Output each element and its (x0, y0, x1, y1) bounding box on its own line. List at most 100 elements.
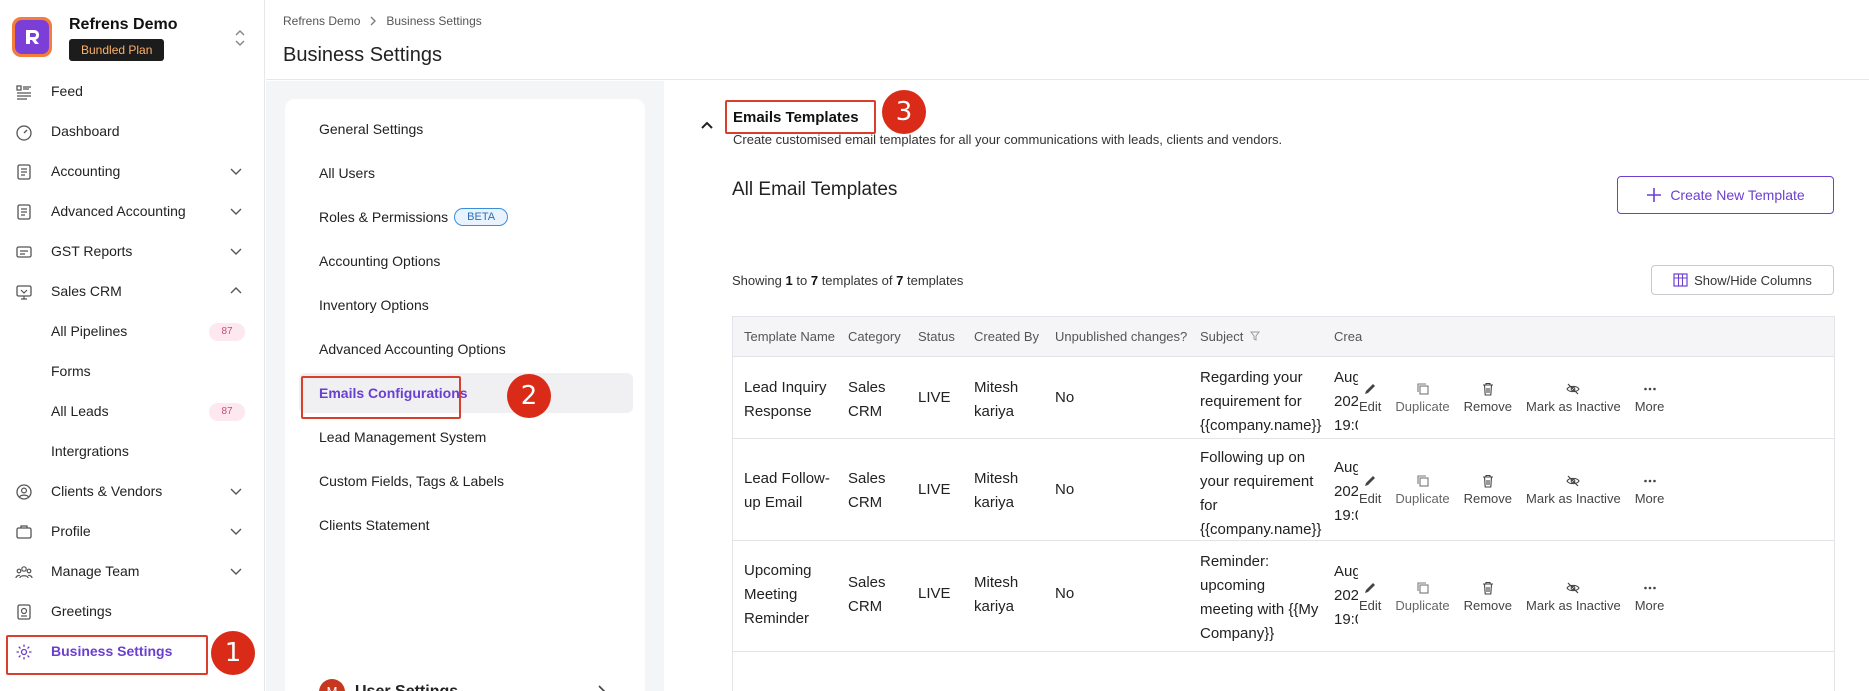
gst-icon (16, 246, 32, 258)
sales-crm-icon (16, 285, 32, 300)
duplicate-button[interactable]: Duplicate (1395, 474, 1450, 506)
clients-icon (16, 484, 32, 500)
column-header-created[interactable]: Crea (1334, 317, 1362, 357)
sidebar-item-advanced-accounting[interactable]: Advanced Accounting (0, 191, 265, 231)
row-actions: Edit Duplicate Remove Mark as Inactive M… (1359, 358, 1678, 438)
annotation-number-1: 1 (211, 631, 255, 675)
settings-item-clients-statement[interactable]: Clients Statement (299, 505, 633, 545)
column-header-unpublished[interactable]: Unpublished changes? (1055, 317, 1187, 357)
chevron-down-icon[interactable] (229, 204, 243, 218)
settings-item-all-users[interactable]: All Users (299, 153, 633, 193)
column-header-status[interactable]: Status (918, 317, 955, 357)
mark-inactive-button[interactable]: Mark as Inactive (1526, 382, 1621, 414)
create-template-label: Create New Template (1670, 187, 1805, 203)
chevron-down-icon[interactable] (229, 484, 243, 498)
org-name: Refrens Demo (69, 16, 178, 33)
chevron-down-icon[interactable] (229, 524, 243, 538)
sidebar-item-manage-team[interactable]: Manage Team (0, 551, 265, 591)
pencil-icon (1365, 476, 1376, 486)
edit-button[interactable]: Edit (1359, 474, 1381, 506)
copy-icon (1416, 383, 1429, 395)
edit-button[interactable]: Edit (1359, 382, 1381, 414)
column-header-category[interactable]: Category (848, 317, 901, 357)
sidebar-item-clients-vendors[interactable]: Clients & Vendors (0, 471, 265, 511)
more-button[interactable]: More (1635, 474, 1664, 506)
count-badge: 87 (209, 323, 245, 341)
cell-category: Sales CRM (848, 470, 886, 511)
settings-item-lead-management[interactable]: Lead Management System (299, 417, 633, 457)
table-header: Template Name Category Status Created By… (733, 317, 1834, 357)
cell-template-name: Lead Inquiry Response (744, 379, 827, 420)
org-switcher[interactable]: Refrens Demo Bundled Plan (12, 14, 252, 64)
list-title: All Email Templates (732, 179, 898, 200)
table-row[interactable]: Lead Inquiry Response Sales CRM LIVE Mites… (733, 358, 1834, 439)
chevron-up-icon[interactable] (229, 284, 243, 298)
chevron-down-icon[interactable] (229, 164, 243, 178)
sidebar-item-label: Dashboard (51, 123, 120, 139)
chevron-down-icon[interactable] (229, 564, 243, 578)
mark-inactive-button[interactable]: Mark as Inactive (1526, 581, 1621, 613)
settings-item-label: All Users (319, 165, 376, 181)
sidebar-item-accounting[interactable]: Accounting (0, 151, 265, 191)
user-settings-link[interactable]: M User Settings (319, 677, 619, 691)
edit-button[interactable]: Edit (1359, 581, 1381, 613)
mark-inactive-button[interactable]: Mark as Inactive (1526, 474, 1621, 506)
cell-subject: Reminder: upcoming meeting with {{My Compan… (1200, 553, 1319, 642)
settings-item-label: Lead Management System (319, 429, 487, 445)
settings-item-accounting-options[interactable]: Accounting Options (299, 241, 633, 281)
remove-button[interactable]: Remove (1464, 382, 1512, 414)
trash-icon (1482, 382, 1493, 396)
remove-button[interactable]: Remove (1464, 581, 1512, 613)
duplicate-button[interactable]: Duplicate (1395, 382, 1450, 414)
sidebar-item-forms[interactable]: Forms (0, 351, 265, 391)
filter-icon[interactable] (1250, 331, 1260, 341)
sidebar-item-label: GST Reports (51, 243, 133, 259)
breadcrumb-root[interactable]: Refrens Demo (283, 14, 360, 28)
sidebar-item-sales-crm[interactable]: Sales CRM (0, 271, 265, 311)
table-row[interactable]: Upcoming Meeting Reminder Sales CRM LIVE Mi… (733, 542, 1834, 652)
settings-item-custom-fields[interactable]: Custom Fields, Tags & Labels (299, 461, 633, 501)
trash-icon (1482, 581, 1493, 595)
sidebar-item-integrations[interactable]: Intergrations (0, 431, 265, 471)
column-header-template-name[interactable]: Template Name (744, 317, 835, 357)
remove-button[interactable]: Remove (1464, 474, 1512, 506)
column-header-subject[interactable]: Subject (1200, 317, 1260, 357)
more-icon (1643, 586, 1656, 589)
more-button[interactable]: More (1635, 382, 1664, 414)
pencil-icon (1365, 582, 1376, 593)
sidebar-item-label: Feed (51, 83, 83, 99)
settings-item-advanced-accounting-options[interactable]: Advanced Accounting Options (299, 329, 633, 369)
sidebar-item-gst-reports[interactable]: GST Reports (0, 231, 265, 271)
cell-created-by: Mitesh kariya (974, 574, 1019, 615)
sidebar-item-dashboard[interactable]: Dashboard (0, 111, 265, 151)
settings-item-inventory-options[interactable]: Inventory Options (299, 285, 633, 325)
sidebar-item-label: Clients & Vendors (51, 483, 163, 499)
refrens-logo (12, 17, 52, 57)
cell-created-by: Mitesh kariya (974, 379, 1019, 420)
sidebar-item-greetings[interactable]: Greetings (0, 591, 265, 631)
sidebar-item-all-pipelines[interactable]: All Pipelines 87 (0, 311, 265, 351)
chevron-up-icon[interactable] (700, 118, 714, 132)
settings-item-general[interactable]: General Settings (299, 109, 633, 149)
count-badge: 87 (209, 403, 245, 421)
cell-subject: Regarding your requirement for {{company.n… (1200, 369, 1322, 434)
sidebar-item-all-leads[interactable]: All Leads 87 (0, 391, 265, 431)
sidebar-item-label: Manage Team (51, 563, 140, 579)
settings-item-roles-permissions[interactable]: Roles & Permissions BETA (299, 197, 633, 237)
sidebar-item-profile[interactable]: Profile (0, 511, 265, 551)
show-hide-columns-button[interactable]: Show/Hide Columns (1651, 265, 1834, 295)
sidebar-item-feed[interactable]: Feed (0, 71, 265, 111)
switch-org-icon[interactable] (232, 28, 248, 48)
table-row[interactable]: Lead Follow-up Email Sales CRM LIVE Mites… (733, 440, 1834, 541)
create-template-button[interactable]: Create New Template (1617, 176, 1834, 214)
more-button[interactable]: More (1635, 581, 1664, 613)
eye-off-icon (1566, 475, 1580, 487)
show-hide-columns-label: Show/Hide Columns (1694, 272, 1812, 288)
chevron-down-icon[interactable] (229, 244, 243, 258)
showing-suffix: templates (907, 273, 964, 288)
beta-badge: BETA (454, 208, 509, 226)
section-description: Create customised email templates for al… (733, 132, 1283, 147)
duplicate-button[interactable]: Duplicate (1395, 581, 1450, 613)
column-header-created-by[interactable]: Created By (974, 317, 1039, 357)
team-icon (15, 566, 33, 579)
